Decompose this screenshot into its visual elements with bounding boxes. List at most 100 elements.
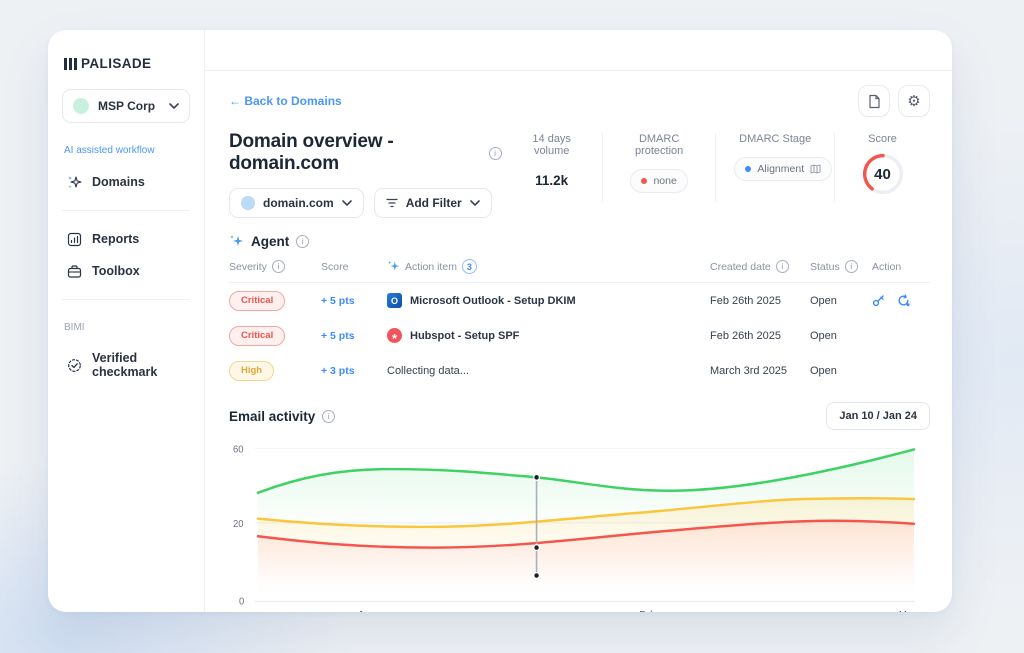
add-filter-label: Add Filter bbox=[406, 196, 462, 210]
col-action: Action bbox=[872, 261, 930, 273]
col-score: Score bbox=[321, 261, 387, 273]
col-severity: Severity bbox=[229, 261, 267, 273]
logo-bars-icon bbox=[64, 58, 77, 70]
sidebar-item-label: Verified checkmark bbox=[92, 351, 186, 379]
severity-badge: High bbox=[229, 361, 274, 381]
action-item-count-badge: 3 bbox=[462, 259, 477, 274]
app-window: PALISADE MSP Corp AI assisted workflow D… bbox=[48, 30, 952, 612]
red-status-dot bbox=[641, 178, 647, 184]
stat-dmarc-stage: DMARC Stage Alignment bbox=[715, 133, 834, 202]
email-activity-chart[interactable]: 60 20 0 Jan Feb Mar bbox=[229, 436, 930, 612]
info-icon[interactable] bbox=[322, 410, 335, 423]
created-date: Feb 26th 2025 bbox=[710, 330, 810, 342]
table-row[interactable]: Critical + 5 pts Hubspot - Setup SPF Feb… bbox=[229, 318, 930, 353]
gear-icon: ⚙ bbox=[907, 94, 920, 109]
refresh-icon[interactable] bbox=[897, 294, 910, 307]
main-area: ← Back to Domains ⚙ Domain overview - do… bbox=[205, 30, 952, 612]
domain-avatar bbox=[241, 196, 255, 210]
logo-text: PALISADE bbox=[81, 56, 151, 71]
page-title: Domain overview - domain.com bbox=[229, 131, 481, 175]
sparkles-icon bbox=[66, 174, 82, 190]
status-value: Open bbox=[810, 330, 872, 342]
stat-dmarc-protection: DMARC protection none bbox=[602, 133, 716, 202]
sidebar-item-toolbox[interactable]: Toolbox bbox=[62, 255, 190, 287]
sidebar-item-label: Toolbox bbox=[92, 264, 140, 278]
table-row[interactable]: High + 3 pts Collecting data... March 3r… bbox=[229, 353, 930, 388]
severity-badge: Critical bbox=[229, 326, 285, 346]
created-date: March 3rd 2025 bbox=[710, 365, 810, 377]
stat-label: DMARC protection bbox=[621, 133, 698, 157]
stats-row: 14 days volume 11.2k DMARC protection no… bbox=[502, 133, 930, 202]
workflow-section-label: AI assisted workflow bbox=[64, 145, 188, 156]
status-value: Open bbox=[810, 295, 872, 307]
info-icon[interactable] bbox=[272, 260, 285, 273]
severity-badge: Critical bbox=[229, 291, 285, 311]
settings-button[interactable]: ⚙ bbox=[898, 85, 930, 117]
add-filter-button[interactable]: Add Filter bbox=[374, 188, 492, 218]
dmarc-protection-pill[interactable]: none bbox=[630, 169, 687, 193]
outlook-icon bbox=[387, 293, 402, 308]
y-tick-20: 20 bbox=[233, 519, 244, 530]
dmarc-protection-value: none bbox=[653, 175, 676, 187]
y-tick-60: 60 bbox=[233, 444, 244, 455]
agent-table-header: Severity Score Action item 3 Created dat… bbox=[229, 259, 930, 283]
dmarc-stage-pill[interactable]: Alignment bbox=[734, 157, 832, 181]
status-value: Open bbox=[810, 365, 872, 377]
content: ← Back to Domains ⚙ Domain overview - do… bbox=[205, 71, 952, 612]
stat-value: 11.2k bbox=[520, 173, 584, 188]
chevron-down-icon bbox=[342, 200, 352, 206]
title-block: Domain overview - domain.com domain.com … bbox=[229, 131, 502, 218]
palisade-logo: PALISADE bbox=[64, 56, 190, 71]
bimi-section-label: BIMI bbox=[64, 322, 188, 333]
sidebar-divider bbox=[62, 210, 190, 211]
line-chart: 60 20 0 Jan Feb Mar bbox=[229, 436, 930, 612]
score-value: 40 bbox=[860, 151, 906, 197]
domain-select[interactable]: domain.com bbox=[229, 188, 364, 218]
x-tick-mar: Mar bbox=[899, 610, 916, 612]
toolbox-icon bbox=[66, 263, 82, 279]
y-tick-0: 0 bbox=[239, 596, 244, 607]
sidebar-item-label: Domains bbox=[92, 175, 145, 189]
stat-label: Score bbox=[853, 133, 912, 145]
sidebar-item-verified-checkmark[interactable]: Verified checkmark bbox=[62, 343, 190, 387]
email-activity-title: Email activity bbox=[229, 409, 315, 424]
map-icon bbox=[810, 164, 821, 174]
action-item-text: Collecting data... bbox=[387, 365, 469, 377]
date-range-button[interactable]: Jan 10 / Jan 24 bbox=[826, 402, 930, 430]
sparkles-icon bbox=[387, 260, 400, 273]
action-item-text: Hubspot - Setup SPF bbox=[410, 330, 519, 342]
x-tick-jan: Jan bbox=[358, 610, 373, 612]
sidebar-item-reports[interactable]: Reports bbox=[62, 223, 190, 255]
sidebar: PALISADE MSP Corp AI assisted workflow D… bbox=[48, 30, 205, 612]
info-icon[interactable] bbox=[776, 260, 789, 273]
filter-icon bbox=[386, 198, 398, 208]
stat-score: Score 40 bbox=[834, 133, 930, 202]
org-selector[interactable]: MSP Corp bbox=[62, 89, 190, 123]
hubspot-icon bbox=[387, 328, 402, 343]
document-button[interactable] bbox=[858, 85, 890, 117]
org-name: MSP Corp bbox=[98, 99, 160, 113]
sidebar-item-domains[interactable]: Domains bbox=[62, 166, 190, 198]
score-points: + 5 pts bbox=[321, 330, 387, 342]
sidebar-item-label: Reports bbox=[92, 232, 139, 246]
back-to-domains-link[interactable]: ← Back to Domains bbox=[229, 94, 342, 108]
agent-section-title: Agent bbox=[251, 234, 289, 249]
action-item-text: Microsoft Outlook - Setup DKIM bbox=[410, 295, 576, 307]
score-points: + 5 pts bbox=[321, 295, 387, 307]
score-points: + 3 pts bbox=[321, 365, 387, 377]
stat-label: DMARC Stage bbox=[734, 133, 816, 145]
sidebar-divider bbox=[62, 299, 190, 300]
table-row[interactable]: Critical + 5 pts Microsoft Outlook - Set… bbox=[229, 283, 930, 318]
col-action-item: Action item bbox=[405, 261, 457, 273]
stat-label: 14 days volume bbox=[520, 133, 584, 157]
col-created-date: Created date bbox=[710, 261, 771, 273]
info-icon[interactable] bbox=[489, 147, 502, 160]
col-status: Status bbox=[810, 261, 840, 273]
info-icon[interactable] bbox=[845, 260, 858, 273]
info-icon[interactable] bbox=[296, 235, 309, 248]
domain-select-value: domain.com bbox=[263, 196, 334, 210]
chevron-down-icon bbox=[169, 103, 179, 109]
org-avatar bbox=[73, 98, 89, 114]
chevron-down-icon bbox=[470, 200, 480, 206]
key-icon[interactable] bbox=[872, 294, 885, 307]
